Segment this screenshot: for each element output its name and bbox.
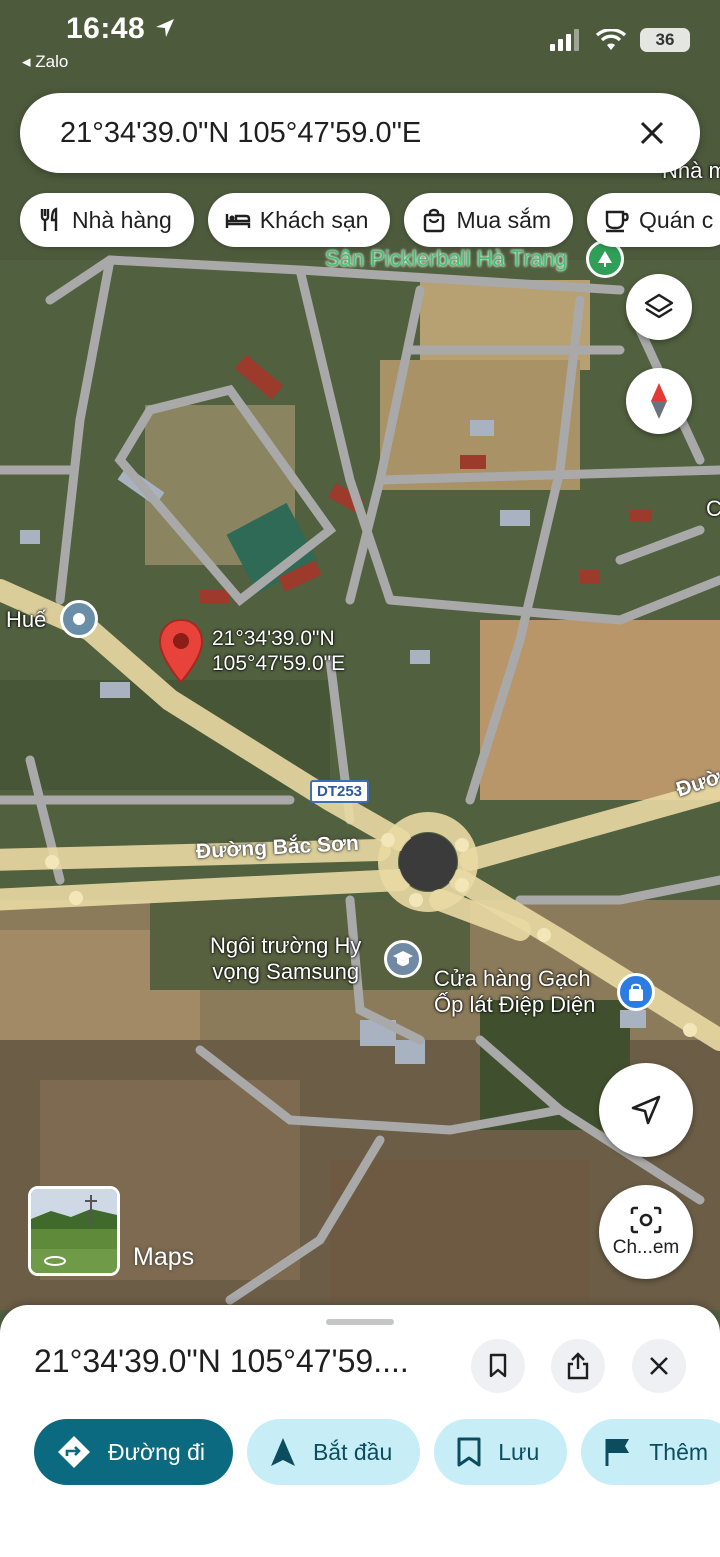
flag-icon [605,1439,630,1466]
my-location-button[interactable] [599,1063,693,1157]
layers-button[interactable] [626,274,692,340]
navigation-icon [270,1438,295,1466]
pin-coordinate-label: 21°34'39.0"N 105°47'59.0"E [212,626,345,676]
poi-label-school[interactable]: Ngôi trường Hy vọng Samsung [210,933,361,986]
restaurant-icon [40,207,58,231]
action-label: Bắt đầu [312,1438,393,1465]
bookmark-icon [489,1353,507,1378]
street-view-image [31,1189,117,1273]
place-label-hue[interactable]: Huế [6,607,46,633]
poi-label-shop[interactable]: Cửa hàng Gạch Ốp lát Điệp Diện [434,966,595,1019]
pin-label-lng: 105°47'59.0"E [212,652,346,676]
signal-icon [550,29,579,51]
shop-label-line2: Ốp lát Điệp Diện [434,992,596,1018]
school-pin-icon[interactable] [384,940,422,978]
status-time-text: 16:48 [66,12,146,45]
search-bar[interactable]: 21°34'39.0"N 105°47'59.0"E [20,93,700,173]
compass-button[interactable] [626,368,692,434]
dropped-pin-marker[interactable] [158,618,204,684]
chip-cafes[interactable]: Quán c [587,193,720,247]
place-title: 21°34'39.0"N 105°47'59.... [34,1343,409,1379]
status-time: 16:48 [66,12,176,46]
maps-watermark: Maps [133,1243,195,1271]
shopping-icon [424,208,445,233]
save-bookmark-button[interactable] [471,1339,525,1393]
route-shield-dt253: DT253 [310,780,370,803]
lens-label: Ch...em [612,1237,680,1258]
bookmark-icon [457,1437,481,1467]
close-sheet-button[interactable] [632,1339,686,1393]
hotel-icon [225,214,250,228]
street-view-thumbnail[interactable] [28,1186,120,1276]
layers-icon [644,293,674,319]
shop-label-line1: Cửa hàng Gạch [434,966,591,991]
place-bottom-sheet[interactable]: 21°34'39.0"N 105°47'59.... Đường đi Bắt … [0,1305,720,1557]
school-label-line2: vọng Samsung [212,959,360,985]
status-bar: 16:48 ◂ Zalo 36 [0,0,720,80]
action-label: Đường đi [108,1438,205,1465]
poi-label-partial-right: C [706,496,720,521]
coffee-icon [605,210,629,233]
school-label-line1: Ngôi trường Hy [210,933,362,958]
navigation-arrow-icon [631,1095,661,1125]
battery-indicator: 36 [640,28,690,52]
sheet-drag-handle[interactable] [326,1319,394,1325]
chip-label: Mua sắm [456,206,552,233]
share-button[interactable] [551,1339,605,1393]
place-pin-icon[interactable] [60,600,98,638]
category-chips: Nhà hàng Khách sạn Mua sắm Quán c [20,193,720,247]
search-query[interactable]: 21°34'39.0"N 105°47'59.0"E [60,117,632,150]
status-icons: 36 [550,28,690,52]
chip-restaurants[interactable]: Nhà hàng [20,193,194,247]
back-to-app-link[interactable]: ◂ Zalo [22,52,68,72]
chip-label: Khách sạn [259,206,369,233]
action-buttons: Đường đi Bắt đầu Lưu Thêm [34,1419,720,1485]
close-search-button[interactable] [632,113,672,153]
close-icon [650,1357,668,1375]
start-navigation-button[interactable]: Bắt đầu [246,1419,421,1485]
directions-icon [58,1436,90,1468]
pin-label-lat: 21°34'39.0"N [212,627,335,650]
chip-hotels[interactable]: Khách sạn [207,193,391,247]
save-button[interactable]: Lưu [434,1419,568,1485]
add-label-button[interactable]: Thêm [581,1419,720,1485]
location-arrow-icon [156,19,175,37]
poi-label-pickleball[interactable]: Sân Picklerball Hà Trang [325,246,567,272]
close-icon [640,121,664,145]
share-icon [567,1352,589,1380]
lens-button[interactable]: Ch...em [599,1185,693,1279]
chip-shopping[interactable]: Mua sắm [404,193,574,247]
shop-pin-icon[interactable] [617,973,655,1011]
wifi-icon [596,29,626,50]
chip-label: Quán c [639,206,714,233]
action-label: Thêm [649,1438,709,1465]
compass-icon [651,383,667,419]
directions-button[interactable]: Đường đi [34,1419,233,1485]
action-label: Lưu [498,1438,540,1465]
chip-label: Nhà hàng [72,206,172,233]
camera-icon [630,1206,662,1234]
